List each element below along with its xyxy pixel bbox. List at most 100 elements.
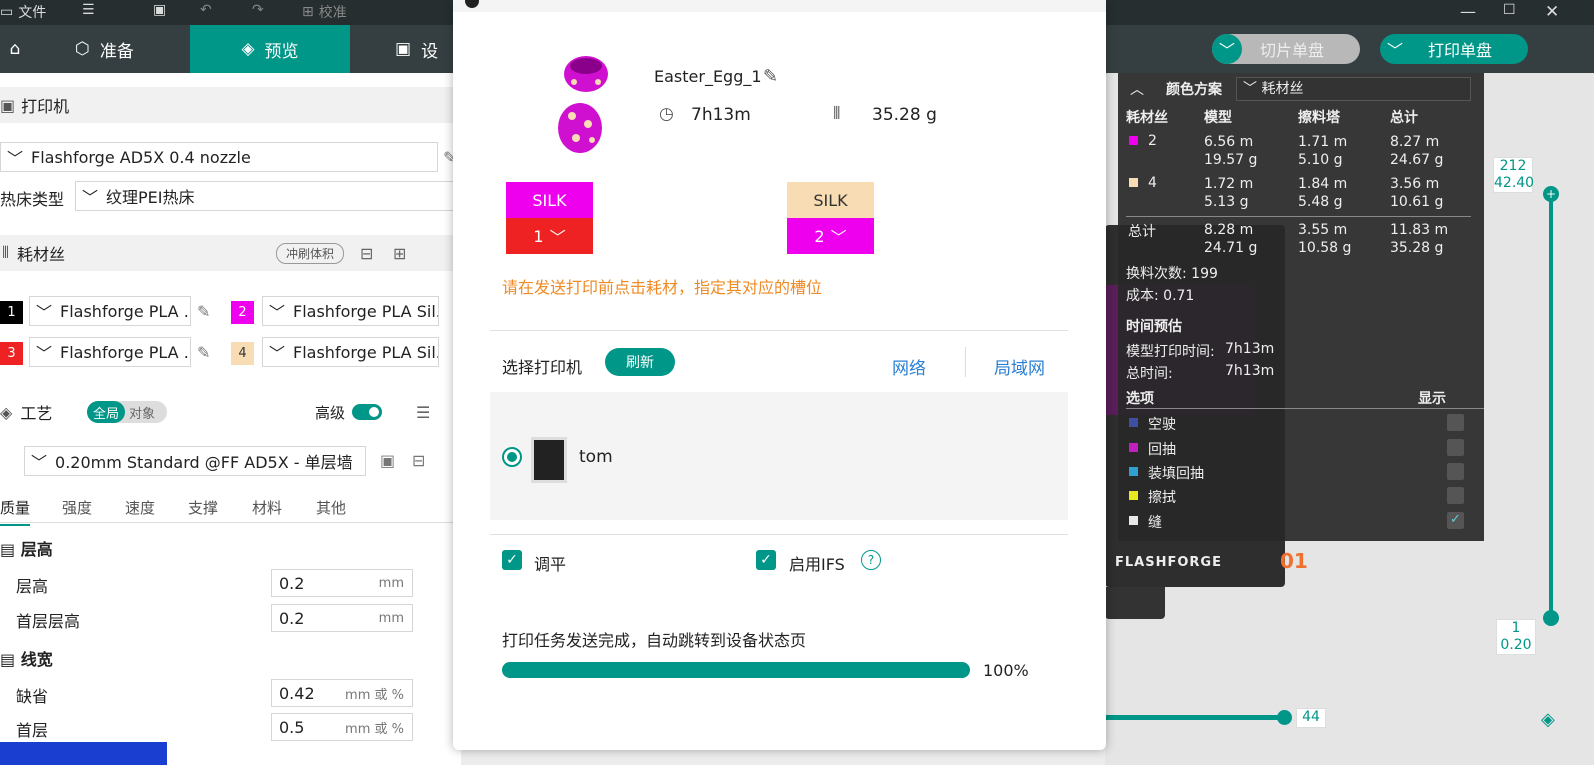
advanced-toggle[interactable] [352,404,382,420]
filament-swatch[interactable]: 2 [231,301,254,324]
filament-select[interactable]: ﹀ Flashforge PLA Sil... [262,337,439,367]
option-checkbox[interactable] [1447,414,1464,431]
move-slider-track[interactable] [1105,715,1285,720]
first-layer-height-input[interactable]: 0.2 mm [271,604,413,632]
printer-icon: ▣ [0,95,16,115]
slice-plate-button[interactable]: ﹀ 切片单盘 [1212,34,1360,64]
help-icon[interactable]: ? [861,550,881,570]
list-icon[interactable]: ☰ [82,2,95,18]
minus-icon[interactable]: ⊟ [412,451,432,471]
bottom-slider-handle[interactable] [1543,610,1559,626]
printer-icon [531,437,567,483]
option-checkbox[interactable] [1447,463,1464,480]
collapse-icon[interactable]: ︿ [1130,79,1144,99]
chevron-down-icon: ﹀ [269,303,286,322]
process-profile-select[interactable]: ﹀ 0.20mm Standard @FF AD5X - 单层墙 [24,446,366,476]
filament-select[interactable]: ﹀ Flashforge PLA ... [29,296,191,326]
rename-icon[interactable]: ✎ [763,66,778,87]
save-icon[interactable]: ▣ [153,2,166,18]
print-weight: 35.28 g [872,105,937,125]
undo-icon[interactable]: ↶ [200,2,212,18]
top-layer-label: 212 42.40 [1493,157,1535,193]
plate-number: 01 [1280,549,1308,573]
minimize-button[interactable]: — [1460,2,1476,21]
printer-radio[interactable] [502,447,522,467]
top-slider-handle[interactable]: + [1543,186,1559,202]
file-name: Easter_Egg_1 [654,67,762,86]
chevron-down-icon: ﹀ [82,188,99,207]
progress-fill [502,662,970,678]
print-time: 7h13m [691,105,751,125]
global-object-toggle[interactable]: 全局 对象 [87,401,167,423]
default-width-label: 缺省 [16,687,49,706]
option-checkbox[interactable] [1447,487,1464,504]
cube-icon: ⬡ [75,39,90,59]
move-slider-handle[interactable] [1277,710,1292,725]
filament-select[interactable]: ﹀ Flashforge PLA ... [29,337,191,367]
printer-select[interactable]: ﹀ Flashforge AD5X 0.4 nozzle [0,142,438,172]
subtab-speed[interactable]: 速度 [125,497,155,518]
layers-icon[interactable]: ◈ [1541,709,1555,730]
list-icon[interactable]: ☰ [416,403,430,422]
printer-list-item[interactable]: tom [490,392,1068,520]
chevron-down-icon: ﹀ [36,344,53,363]
tab-prepare[interactable]: ⬡ 准备 [75,25,185,73]
filament-swatch[interactable]: 4 [231,342,254,365]
edit-icon[interactable]: ✎ [197,302,217,322]
chevron-down-icon: ﹀ [1243,81,1257,97]
print-plate-button[interactable]: ﹀ 打印单盘 [1380,34,1528,64]
option-checkbox-checked[interactable]: ✓ [1447,512,1464,529]
default-width-input[interactable]: 0.42 mm 或 % [271,679,413,707]
layer-height-group: ▤ 层高 [0,540,53,559]
close-button[interactable]: ✕ [1545,2,1559,22]
redo-icon[interactable]: ↷ [252,2,264,18]
refresh-button[interactable]: 刷新 [605,348,675,376]
leveling-checkbox[interactable]: ✓ [502,550,522,570]
leveling-label: 调平 [534,555,567,574]
first-width-input[interactable]: 0.5 mm 或 % [271,713,413,741]
filament-icon: ⦀ [833,104,841,124]
remove-filament-icon[interactable]: ⊟ [360,244,373,263]
maximize-button[interactable]: ☐ [1503,2,1516,18]
ifs-checkbox[interactable]: ✓ [756,550,776,570]
flush-volume-button[interactable]: 冲刷体积 [276,243,345,264]
network-tab[interactable]: 网络 [892,354,926,379]
save-icon[interactable]: ▣ [380,451,400,471]
filament-swatch[interactable]: 3 [0,342,23,365]
tab-preview[interactable]: ◈ 预览 [190,25,350,73]
first-width-label: 首层 [16,721,49,740]
add-filament-icon[interactable]: ⊞ [393,244,406,263]
chevron-down-icon: ﹀ [1212,34,1242,64]
printer-section-header: ▣ 打印机 [0,87,461,123]
option-checkbox[interactable] [1447,439,1464,456]
device-icon: ▣ [395,39,412,59]
bed-type-select[interactable]: ﹀ 纹理PEI热床 [75,181,465,211]
lan-tab[interactable]: 局域网 [994,354,1045,379]
subtab-other[interactable]: 其他 [316,497,346,518]
color-swatch [1129,136,1138,145]
layer-slider-track[interactable] [1549,193,1553,618]
subtab-strength[interactable]: 强度 [62,497,92,518]
progress-bar [502,662,970,678]
edit-icon[interactable]: ✎ [197,343,217,363]
filament-select[interactable]: ﹀ Flashforge PLA Sil... [262,296,439,326]
subtab-support[interactable]: 支撑 [188,497,218,518]
subtab-material[interactable]: 材料 [252,497,282,518]
group-icon: ▤ [0,650,16,669]
brand-logo: FLASHFORGE [1115,555,1222,570]
color-scheme-select[interactable]: ﹀ 耗材丝 [1236,77,1471,101]
group-icon: ▤ [0,540,16,559]
slot-hint: 请在发送打印前点击耗材，指定其对应的槽位 [502,278,823,297]
subtab-quality[interactable]: 质量 [0,497,31,526]
filament-swatch[interactable]: 1 [0,301,23,324]
tab-device[interactable]: ▣ 设 [395,25,455,73]
chevron-down-icon: ﹀ [830,228,847,247]
layer-height-input[interactable]: 0.2 mm [271,569,413,597]
filament-slot-map[interactable]: SILK 2 ﹀ [787,182,874,254]
home-icon[interactable]: ⌂ [0,25,30,73]
filament-slot-map[interactable]: SILK 1 ﹀ [506,182,593,254]
file-menu[interactable]: ▭ 文件 [0,2,46,22]
printer-name: tom [579,447,613,467]
color-swatch [1129,178,1138,187]
calibrate-menu[interactable]: ⊞ 校准 [302,2,347,22]
